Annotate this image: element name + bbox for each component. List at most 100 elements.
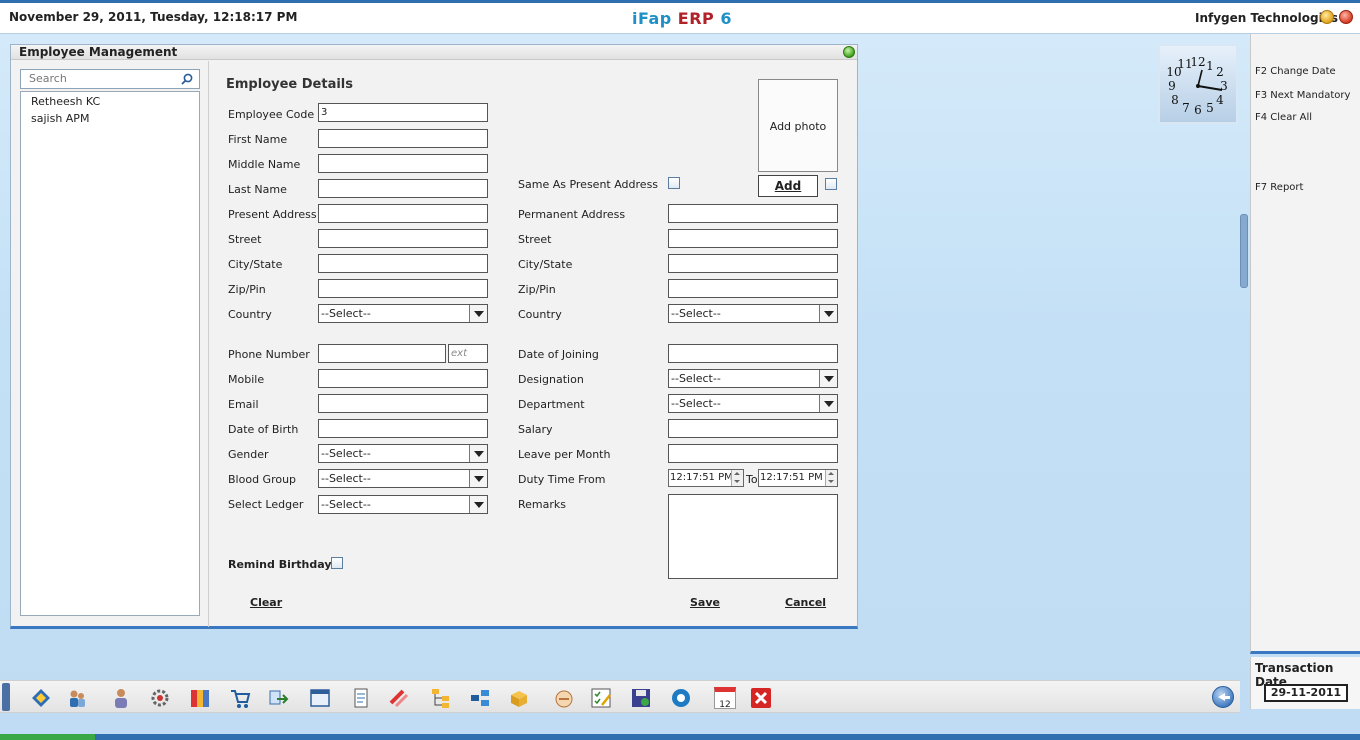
employee-list-pane: Search Retheesh KC sajish APM [11,61,209,627]
city-state-field[interactable] [318,254,488,273]
chevron-down-icon[interactable] [819,305,837,322]
phone-label: Phone Number [228,348,310,361]
chevron-down-icon[interactable] [469,496,487,513]
email-field[interactable] [318,394,488,413]
department-select[interactable]: --Select-- [668,394,838,413]
tools-icon[interactable] [388,687,410,709]
chevron-down-icon[interactable] [819,370,837,387]
window-icon[interactable] [309,687,331,709]
minimize-button[interactable] [1320,10,1334,24]
brand-part-erp: ERP [677,9,715,28]
hand-icon[interactable] [553,687,575,709]
dob-field[interactable] [318,419,488,438]
employee-code-field[interactable]: 3 [318,103,488,122]
mobile-field[interactable] [318,369,488,388]
gear-icon[interactable] [670,687,692,709]
time-spinner-icon[interactable] [825,470,837,486]
box-icon[interactable] [508,687,530,709]
save-icon[interactable] [630,687,652,709]
ledger-select-value: --Select-- [321,498,371,511]
remind-birthday-checkbox[interactable] [331,557,343,569]
dashboard-icon[interactable] [30,687,52,709]
cancel-button[interactable]: Cancel [785,596,826,609]
permanent-country-select[interactable]: --Select-- [668,304,838,323]
form-title: Employee Details [226,77,353,92]
list-item[interactable]: sajish APM [21,109,199,126]
gender-select[interactable]: --Select-- [318,444,488,463]
present-address-field[interactable] [318,204,488,223]
f3-next-mandatory[interactable]: F3 Next Mandatory [1255,90,1350,101]
window-title: Employee Management [11,45,857,60]
add-photo-button[interactable]: Add [758,175,818,197]
employee-icon[interactable] [110,687,132,709]
zip-field[interactable] [318,279,488,298]
search-icon[interactable] [181,73,193,85]
clock-widget: 12 1 2 3 4 5 6 7 8 9 10 11 [1158,44,1238,124]
ledger-select[interactable]: --Select-- [318,495,488,514]
duty-time-from-value: 12:17:51 PM [670,472,733,483]
duty-time-from-field[interactable]: 12:17:51 PM [668,469,744,487]
clock-numeral: 1 [1206,59,1214,73]
settings-icon[interactable] [149,687,171,709]
time-spinner-icon[interactable] [731,470,743,486]
remarks-textarea[interactable] [668,494,838,579]
f4-clear-all[interactable]: F4 Clear All [1255,112,1312,123]
chevron-down-icon[interactable] [819,395,837,412]
street-field[interactable] [318,229,488,248]
first-name-field[interactable] [318,129,488,148]
users-icon[interactable] [66,687,88,709]
designation-select[interactable]: --Select-- [668,369,838,388]
checklist-icon[interactable] [590,687,612,709]
search-input[interactable]: Search [20,69,200,89]
permanent-street-field[interactable] [668,229,838,248]
street-label: Street [228,233,262,246]
bottom-toolbar: 12 [0,680,1240,713]
salary-field[interactable] [668,419,838,438]
close-app-button[interactable] [1339,10,1353,24]
save-button[interactable]: Save [690,596,720,609]
employee-management-window: Employee Management Search Retheesh KC s… [10,44,858,629]
same-as-present-checkbox[interactable] [668,177,680,189]
remarks-label: Remarks [518,498,566,511]
window-status-icon[interactable] [843,46,855,58]
transaction-date-value[interactable]: 29-11-2011 [1264,684,1348,702]
duty-time-to-field[interactable]: 12:17:51 PM [758,469,838,487]
date-of-joining-field[interactable] [668,344,838,363]
f7-report[interactable]: F7 Report [1255,182,1303,193]
permanent-city-field[interactable] [668,254,838,273]
last-name-field[interactable] [318,179,488,198]
photo-checkbox[interactable] [825,178,837,190]
blood-group-select-value: --Select-- [321,472,371,485]
books-icon[interactable] [189,687,211,709]
phone-field[interactable] [318,344,446,363]
top-bar: November 29, 2011, Tuesday, 12:18:17 PM … [0,0,1360,34]
transfer-icon[interactable] [267,687,289,709]
document-icon[interactable] [350,687,372,709]
permanent-address-field[interactable] [668,204,838,223]
department-label: Department [518,398,585,411]
side-panel-handle[interactable] [1240,214,1248,288]
add-photo-box[interactable]: Add photo [758,79,838,172]
permanent-address-label: Permanent Address [518,208,626,221]
cart-icon[interactable] [229,687,251,709]
calendar-icon[interactable]: 12 [714,687,736,710]
chevron-down-icon[interactable] [469,305,487,322]
back-arrow-icon[interactable] [1212,686,1234,708]
leave-per-month-field[interactable] [668,444,838,463]
country-select[interactable]: --Select-- [318,304,488,323]
permanent-zip-field[interactable] [668,279,838,298]
toolbar-collapse-handle[interactable] [2,683,10,711]
network-icon[interactable] [469,687,491,709]
remind-birthday-label: Remind Birthday [228,558,332,571]
list-item[interactable]: Retheesh KC [21,92,199,109]
phone-ext-field[interactable]: ext [448,344,488,363]
f2-change-date[interactable]: F2 Change Date [1255,66,1336,77]
chevron-down-icon[interactable] [469,445,487,462]
middle-name-field[interactable] [318,154,488,173]
hierarchy-icon[interactable] [430,687,452,709]
chevron-down-icon[interactable] [469,470,487,487]
blood-group-select[interactable]: --Select-- [318,469,488,488]
close-icon[interactable] [750,687,772,709]
search-placeholder: Search [29,72,67,85]
clear-button[interactable]: Clear [250,596,282,609]
